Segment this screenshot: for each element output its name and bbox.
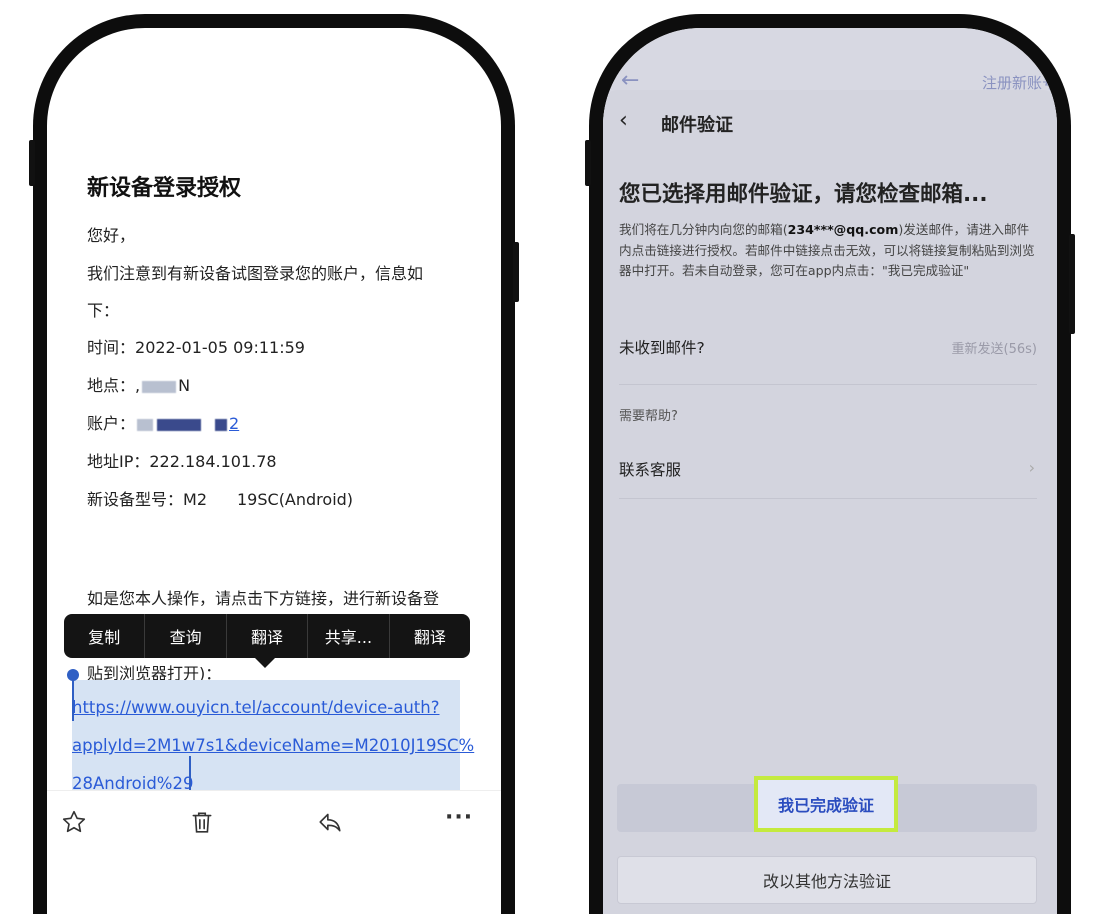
menu-lookup[interactable]: 查询 [145,614,227,658]
right-phone: ← 注册新账号 ‹ 邮件验证 您已选择用邮件验证，请您检查邮箱... 我们将在几… [585,14,1075,914]
device-label: 新设备型号： [87,490,184,509]
verification-done-button[interactable]: 我已完成验证 [754,776,898,832]
blurred-text [137,418,154,431]
verify-description: 我们将在几分钟内向您的邮箱(234***@qq.com)发送邮件，请进入邮件内点… [619,222,1035,278]
blurred-text [215,418,228,431]
masked-email: 234***@qq.com [787,222,899,237]
side-button [1069,234,1075,334]
other-method-button[interactable]: 改以其他方法验证 [617,856,1037,904]
sheet-title: 邮件验证 [661,115,733,136]
menu-translate-2[interactable]: 翻译 [390,614,470,658]
context-menu-pointer [255,658,275,668]
ip-value: 222.184.101.78 [149,452,277,471]
need-help-label: 需要帮助? [619,409,678,424]
email-title: 新设备登录授权 [87,176,242,201]
divider [619,384,1037,385]
location-tail: N [178,376,191,395]
star-icon[interactable] [61,809,87,835]
instruction-line: 如是您本人操作，请点击下方链接，进行新设备登 [87,589,440,608]
side-button [513,242,519,302]
device-tail: 19SC(Android) [237,490,354,509]
device-row: 新设备型号：M2 19SC(Android) [87,486,353,510]
device-head: M2 [183,490,207,509]
not-received-label: 未收到邮件? [619,339,705,357]
account-row: 账户： 2 [87,410,239,434]
contact-support[interactable]: 联系客服 [619,458,681,480]
blurred-text [157,418,202,431]
menu-copy[interactable]: 复制 [64,614,146,658]
chevron-right-icon: › [1028,458,1035,477]
more-icon[interactable]: ··· [445,805,472,831]
selection-start-bar [72,679,74,721]
menu-translate[interactable]: 翻译 [227,614,309,658]
notice-line: 我们注意到有新设备试图登录您的账户，信息如 [87,264,424,283]
account-value[interactable]: 2 [229,414,239,433]
location-row: 地点：, N [87,372,190,396]
side-button [29,140,35,186]
side-button [585,140,591,186]
ip-row: 地址IP：222.184.101.78 [87,448,277,472]
auth-link[interactable]: https://www.ouyicn.tel/account/device-au… [72,698,440,717]
trash-icon[interactable] [189,809,215,835]
time-label: 时间： [87,338,136,357]
context-menu: 复制 查询 翻译 共享... 翻译 [64,614,470,658]
ip-label: 地址IP： [87,452,150,471]
verify-screen: ← 注册新账号 ‹ 邮件验证 您已选择用邮件验证，请您检查邮箱... 我们将在几… [603,28,1057,914]
verify-heading: 您已选择用邮件验证，请您检查邮箱... [619,182,988,207]
account-label: 账户： [87,414,136,433]
chevron-left-icon[interactable]: ‹ [619,108,628,133]
notice-line: 下： [87,301,120,320]
left-phone: 新设备登录授权 您好， 我们注意到有新设备试图登录您的账户，信息如 下： 时间：… [29,14,519,914]
time-value: 2022-01-05 09:11:59 [135,338,305,357]
greeting: 您好， [87,226,136,245]
location-label: 地点： [87,376,136,395]
menu-share[interactable]: 共享... [308,614,390,658]
time-row: 时间：2022-01-05 09:11:59 [87,334,305,358]
email-screen: 新设备登录授权 您好， 我们注意到有新设备试图登录您的账户，信息如 下： 时间：… [47,28,501,914]
location-value: , [135,376,141,395]
blurred-text [142,380,177,393]
divider [619,498,1037,499]
resend-button[interactable]: 重新发送(56s) [952,338,1037,357]
reply-icon[interactable] [317,809,343,835]
verification-sheet: ‹ 邮件验证 您已选择用邮件验证，请您检查邮箱... 我们将在几分钟内向您的邮箱… [603,90,1057,914]
auth-link[interactable]: applyId=2M1w7s1&deviceName=M2010J19SC% [72,736,474,755]
email-toolbar: ··· [47,790,501,851]
